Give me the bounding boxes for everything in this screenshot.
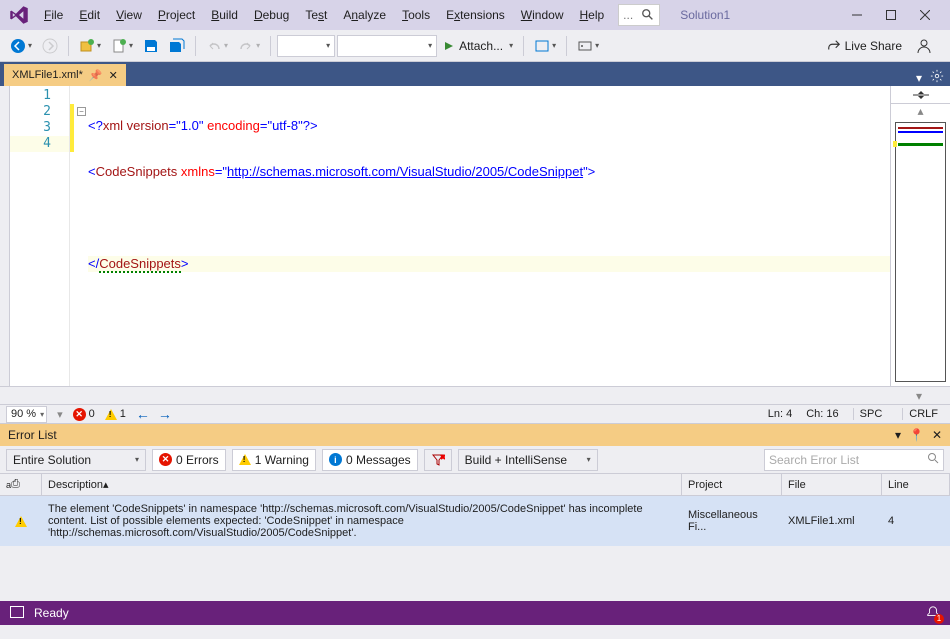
tab-overflow-icon[interactable]: ▾	[916, 71, 922, 85]
live-share-button[interactable]: Live Share	[823, 37, 906, 55]
minimap[interactable]: ▴	[890, 86, 950, 386]
scroll-down-icon[interactable]: ▾	[916, 389, 922, 403]
editor-status-strip: 90 % ▾ ✕0 1 ← → Ln: 4 Ch: 16 SPC CRLF	[0, 404, 950, 424]
menu-view[interactable]: View	[108, 4, 150, 26]
menu-extensions[interactable]: Extensions	[438, 4, 513, 26]
close-button[interactable]	[908, 2, 942, 28]
menu-analyze[interactable]: Analyze	[335, 4, 394, 26]
toolbar-btn-b[interactable]: ▾	[573, 36, 603, 56]
code-content[interactable]: <?xml version="1.0" encoding="utf-8"?> <…	[88, 86, 890, 386]
menu-file[interactable]: File	[36, 4, 71, 26]
line-number-gutter: 1 2 3 4	[10, 86, 70, 386]
document-tab-well: XMLFile1.xml* 📌 ✕ ▾	[0, 62, 950, 86]
pin-icon[interactable]: 📌	[89, 69, 103, 82]
undo-button[interactable]: ▾	[202, 36, 232, 56]
solution-platform-combo[interactable]: ▾	[337, 35, 437, 57]
quick-launch-search[interactable]: ...	[618, 4, 660, 26]
scope-combo[interactable]: Entire Solution▾	[6, 449, 146, 471]
tab-title: XMLFile1.xml*	[12, 69, 83, 81]
col-line[interactable]: Line	[882, 474, 950, 495]
status-bar: Ready 1	[0, 601, 950, 625]
col-project[interactable]: Project	[682, 474, 782, 495]
notifications-button[interactable]: 1	[926, 605, 940, 622]
warning-icon	[15, 516, 27, 527]
minimize-button[interactable]	[840, 2, 874, 28]
vs-logo-icon	[8, 4, 30, 26]
toolbar-btn-a[interactable]: ▾	[530, 36, 560, 56]
build-source-combo[interactable]: Build + IntelliSense▾	[458, 449, 598, 471]
fold-gutter: −	[76, 86, 88, 386]
messages-filter-button[interactable]: i0 Messages	[322, 449, 418, 471]
live-share-label: Live Share	[845, 39, 902, 53]
error-description: The element 'CodeSnippets' in namespace …	[42, 503, 682, 539]
attach-debugger-button[interactable]: Attach...▾	[439, 37, 517, 55]
window-layout-icon[interactable]	[10, 606, 24, 621]
nav-forward-button[interactable]	[38, 36, 62, 56]
error-search-input[interactable]: Search Error List	[764, 449, 944, 471]
error-project: Miscellaneous Fi...	[682, 509, 782, 533]
error-line: 4	[882, 515, 950, 527]
status-text: Ready	[34, 606, 69, 620]
menu-project[interactable]: Project	[150, 4, 203, 26]
search-icon	[637, 8, 659, 22]
search-icon	[927, 452, 939, 467]
gear-icon[interactable]	[930, 69, 944, 86]
col-description[interactable]: Description ▴	[42, 474, 682, 495]
tab-close-icon[interactable]: ✕	[109, 69, 118, 82]
add-item-button[interactable]: ▾	[107, 36, 137, 56]
next-issue-icon[interactable]: →	[158, 406, 172, 422]
menu-edit[interactable]: Edit	[71, 4, 108, 26]
document-tab-active[interactable]: XMLFile1.xml* 📌 ✕	[4, 64, 126, 86]
menu-debug[interactable]: Debug	[246, 4, 297, 26]
notification-count: 1	[934, 614, 944, 624]
clear-filters-button[interactable]	[424, 449, 452, 471]
panel-close-icon[interactable]: ✕	[932, 428, 942, 442]
new-project-button[interactable]: ▾	[75, 36, 105, 56]
search-placeholder-text: Search Error List	[769, 453, 859, 467]
split-icon[interactable]	[891, 86, 950, 104]
account-button[interactable]	[912, 36, 936, 56]
eol-indicator[interactable]: CRLF	[902, 408, 944, 420]
search-placeholder: ...	[619, 8, 637, 22]
col-indicator: Ch: 16	[806, 408, 838, 420]
code-editor[interactable]: 1 2 3 4 − <?xml version="1.0" encoding="…	[0, 86, 950, 386]
maximize-button[interactable]	[874, 2, 908, 28]
col-code[interactable]: a⎙	[0, 474, 42, 495]
save-button[interactable]	[139, 36, 163, 56]
error-list-columns: a⎙ Description ▴ Project File Line	[0, 474, 950, 496]
main-toolbar: ▾ ▾ ▾ ▾ ▾ ▾ ▾ Attach...▾ ▾ ▾ Live Share	[0, 30, 950, 62]
error-indicator[interactable]: ✕0	[73, 408, 95, 421]
menu-window[interactable]: Window	[513, 4, 572, 26]
indent-indicator[interactable]: SPC	[853, 408, 889, 420]
panel-dropdown-icon[interactable]: ▾	[895, 428, 901, 442]
redo-button[interactable]: ▾	[234, 36, 264, 56]
menu-build[interactable]: Build	[203, 4, 246, 26]
col-file[interactable]: File	[782, 474, 882, 495]
menu-tools[interactable]: Tools	[394, 4, 438, 26]
warning-indicator[interactable]: 1	[105, 408, 126, 420]
errors-filter-button[interactable]: ✕0 Errors	[152, 449, 226, 471]
error-list-toolbar: Entire Solution▾ ✕0 Errors 1 Warning i0 …	[0, 446, 950, 474]
error-list-title: Error List	[8, 428, 57, 442]
solution-config-combo[interactable]: ▾	[277, 35, 335, 57]
error-list-row[interactable]: The element 'CodeSnippets' in namespace …	[0, 496, 950, 546]
prev-issue-icon[interactable]: ←	[136, 406, 150, 422]
menu-help[interactable]: Help	[571, 4, 612, 26]
save-all-button[interactable]	[165, 36, 189, 56]
warnings-filter-button[interactable]: 1 Warning	[232, 449, 316, 471]
attach-label: Attach...	[459, 39, 503, 53]
line-indicator: Ln: 4	[768, 408, 792, 420]
solution-name: Solution1	[680, 8, 730, 22]
error-file: XMLFile1.xml	[782, 515, 882, 527]
menu-test[interactable]: Test	[297, 4, 335, 26]
titlebar: File Edit View Project Build Debug Test …	[0, 0, 950, 30]
panel-pin-icon[interactable]: 📍	[909, 428, 924, 442]
error-list-titlebar[interactable]: Error List ▾ 📍 ✕	[0, 424, 950, 446]
fold-toggle-icon[interactable]: −	[77, 107, 86, 116]
zoom-combo[interactable]: 90 %	[6, 406, 47, 423]
nav-back-button[interactable]: ▾	[6, 36, 36, 56]
